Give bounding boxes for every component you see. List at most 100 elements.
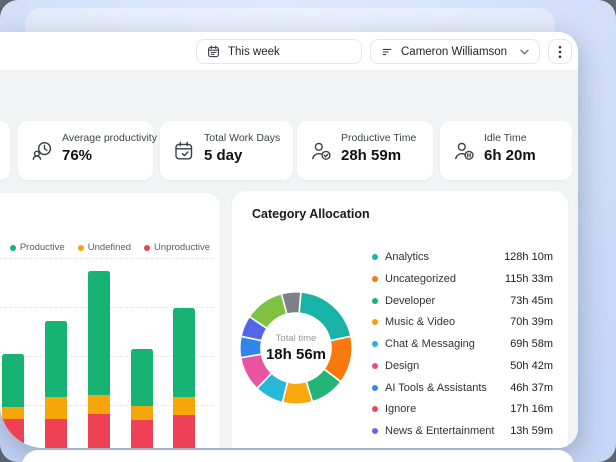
category-label: Analytics — [385, 251, 430, 263]
category-label: Music & Video — [385, 316, 456, 329]
category-value: 69h 58m — [510, 338, 553, 351]
category-color-dot — [372, 319, 378, 326]
user-clock-icon — [32, 142, 52, 160]
category-value: 50h 42m — [510, 359, 553, 372]
legend-dot-unproductive — [144, 244, 151, 251]
date-range-label: This week — [228, 45, 280, 58]
legend-dot-undefined — [77, 244, 84, 251]
calendar-icon — [208, 45, 219, 58]
category-label: AI Tools & Assistants — [385, 381, 487, 394]
top-toolbar: This week Cameron Williamson — [0, 32, 578, 70]
category-label: Developer — [385, 294, 436, 307]
stat-card-idle-time: Idle Time 6h 20m — [440, 121, 572, 180]
category-color-dot — [372, 362, 378, 369]
stacked-bar — [173, 308, 195, 448]
dashboard-sheet: This week Cameron Williamson Average pro… — [0, 32, 578, 448]
category-label: News & Entertainment — [385, 425, 495, 438]
bar-segment-undefined — [45, 397, 67, 419]
legend-label: Unproductive — [154, 242, 210, 253]
filter-icon — [382, 48, 392, 55]
stat-label: Productive Time — [341, 132, 417, 144]
bar-segment-unproductive — [2, 419, 24, 448]
bar-segment-undefined — [88, 395, 110, 414]
category-value: 70h 39m — [510, 316, 553, 329]
category-value: 13h 59m — [510, 425, 553, 438]
category-color-dot — [372, 406, 378, 413]
category-color-dot — [372, 275, 378, 282]
legend-dot-productive — [9, 244, 16, 251]
gridline — [0, 258, 214, 259]
category-value: 115h 33m — [504, 272, 553, 285]
dashboard-content: Average productivity 76% Total Work Days… — [0, 70, 578, 448]
category-label: Other — [385, 447, 510, 448]
category-legend-row: Design 50h 42m — [372, 358, 553, 374]
bar-segment-productive — [45, 321, 67, 397]
category-legend-row: Ignore 17h 16m — [372, 401, 553, 417]
more-options-button[interactable] — [548, 39, 572, 64]
category-legend-row: AI Tools & Assistants 46h 37m — [372, 380, 553, 396]
panel-title: Category Allocation — [252, 207, 370, 221]
category-legend-row: Analytics 128h 10m — [372, 249, 553, 265]
productivity-chart-card: Productive Undefined Unproductive — [0, 193, 220, 448]
legend-item-unproductive: Unproductive — [144, 242, 210, 253]
category-legend-list: Analytics 128h 10m Uncategorized 115h 33m De… — [372, 249, 553, 448]
date-range-button[interactable]: This week — [196, 39, 362, 64]
bar-segment-unproductive — [173, 415, 195, 448]
legend-label: Productive — [19, 242, 65, 253]
bar-segment-undefined — [173, 397, 195, 415]
category-label: Ignore — [385, 403, 417, 416]
legend-item-productive: Productive — [9, 242, 65, 253]
stat-value: 5 day — [204, 147, 243, 164]
next-section-sheet-peek — [22, 450, 574, 462]
stat-label: Average productivity — [62, 132, 157, 144]
category-color-dot — [372, 384, 378, 391]
stat-card-cropped — [0, 121, 10, 180]
stat-card-average-productivity: Average productivity 76% — [18, 121, 157, 180]
category-legend-row: Chat & Messaging 69h 58m — [372, 336, 553, 352]
user-pause-icon — [455, 142, 474, 160]
bar-segment-productive — [131, 349, 153, 406]
category-legend-row: Developer 73h 45m — [372, 293, 553, 309]
bar-segment-productive — [173, 308, 195, 397]
category-color-dot — [372, 428, 378, 435]
bar-segment-unproductive — [88, 414, 110, 448]
category-value: 128h 10m — [504, 251, 553, 263]
stat-label: Total Work Days — [204, 132, 281, 144]
stat-label: Idle Time — [484, 132, 527, 144]
category-legend-row: Other13h 57m — [372, 445, 553, 448]
bar-segment-unproductive — [131, 420, 153, 448]
category-legend-row: Uncategorized 115h 33m — [372, 271, 553, 287]
legend-label: Undefined — [87, 242, 132, 253]
legend-item-undefined: Undefined — [77, 242, 132, 253]
category-color-dot — [372, 254, 378, 260]
bar-chart-legend: Productive Undefined Unproductive — [9, 242, 210, 253]
stat-card-productive-time: Productive Time 28h 59m — [297, 121, 433, 180]
user-filter-value: Cameron Williamson — [401, 45, 508, 58]
stacked-bar — [131, 349, 153, 448]
chevron-down-icon — [520, 49, 529, 54]
stat-value: 6h 20m — [484, 147, 536, 164]
kebab-menu-icon — [558, 45, 562, 58]
category-color-dot — [372, 341, 378, 348]
user-check-icon — [312, 142, 331, 160]
bar-segment-undefined — [131, 406, 153, 420]
user-filter-select[interactable]: Cameron Williamson — [370, 39, 540, 64]
category-value: 46h 37m — [510, 381, 553, 394]
category-label: Chat & Messaging — [385, 338, 475, 351]
stacked-bar — [2, 354, 24, 448]
category-value: 73h 45m — [510, 294, 553, 307]
donut-chart: Total time 18h 56m — [239, 290, 353, 405]
bar-segment-productive — [2, 354, 24, 407]
category-value: 17h 16m — [510, 403, 553, 416]
category-color-dot — [372, 297, 378, 304]
stacked-bar — [45, 321, 67, 448]
category-value: 13h 57m — [510, 447, 553, 448]
bar-segment-undefined — [2, 407, 24, 419]
donut-center-value: 18h 56m — [265, 346, 327, 363]
category-legend-row: Music & Video 70h 39m — [372, 314, 553, 330]
donut-center-text: Total time 18h 56m — [239, 291, 353, 405]
bar-segment-productive — [88, 271, 110, 395]
dashboard-screen: This week Cameron Williamson Average pro… — [0, 0, 616, 462]
category-legend-row: News & Entertainment 13h 59m — [372, 423, 553, 439]
category-allocation-card: Category Allocation Total time 18h 56m A… — [232, 191, 568, 448]
